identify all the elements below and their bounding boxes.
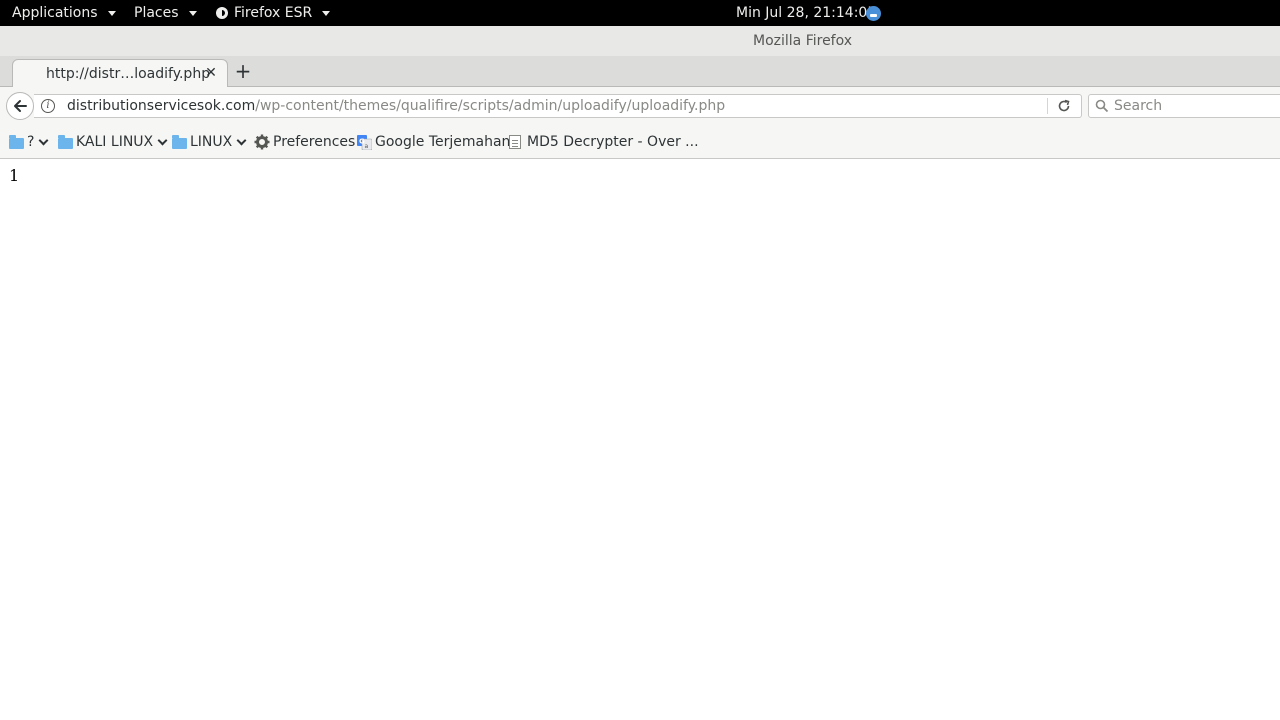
bookmark-label: KALI LINUX [76,134,154,150]
gear-icon [254,134,270,150]
new-tab-button[interactable]: + [233,60,253,82]
navigation-bar: i distributionservicesok.com/wp-content/… [0,87,1280,123]
back-button[interactable] [6,92,34,120]
tab-label: http://distr…loadify.php [46,66,211,82]
chevron-down-icon [38,135,49,145]
bookmark-folder-kali-linux[interactable]: KALI LINUX [58,133,169,151]
window-title: Mozilla Firefox [753,33,853,49]
app-menu[interactable]: Firefox ESR [216,0,331,26]
bookmark-google-terjemahan[interactable]: G a Google Terjemahan [357,133,510,151]
app-menu-label: Firefox ESR [234,5,313,21]
chevron-down-icon [236,135,247,145]
folder-icon [172,134,187,149]
url-path: /wp-content/themes/qualifire/scripts/adm… [255,98,726,114]
notification-icon[interactable] [866,6,881,21]
page-text: 1 [9,166,20,185]
caret-down-icon [322,10,331,16]
bookmark-preferences[interactable]: Preferences [254,133,355,151]
places-menu[interactable]: Places [134,0,197,26]
bookmark-label: LINUX [190,134,233,150]
bookmark-label: Google Terjemahan [375,134,511,150]
bookmark-folder-linux[interactable]: LINUX [172,133,248,151]
gnome-top-bar: Applications Places Firefox ESR Min Jul … [0,0,1280,26]
back-arrow-icon [14,100,27,112]
caret-down-icon [188,10,197,16]
search-bar[interactable]: Search [1088,94,1280,118]
bookmark-md5-decrypter[interactable]: MD5 Decrypter - Over ... [509,133,699,151]
caret-down-icon [107,10,116,16]
folder-icon [9,134,24,149]
search-icon [1095,99,1109,113]
firefox-icon [216,7,228,19]
search-placeholder: Search [1114,98,1163,114]
page-content: 1 [0,160,1280,720]
reload-icon[interactable] [1055,98,1073,114]
url-domain: distributionservicesok.com [67,98,256,114]
window-title-bar[interactable]: Mozilla Firefox [0,26,1280,56]
folder-icon [58,134,73,149]
info-icon[interactable]: i [41,99,55,113]
bookmark-label: Preferences [273,134,356,150]
url-bar[interactable]: i distributionservicesok.com/wp-content/… [34,94,1082,118]
tab-strip: http://distr…loadify.php ✕ + [0,56,1280,88]
google-translate-icon: G a [357,134,372,150]
clock[interactable]: Min Jul 28, 21:14:05 [736,0,876,26]
reload-glyph [1058,99,1070,112]
chevron-down-icon [157,135,168,145]
bookmark-folder-question[interactable]: ? [9,133,50,151]
tab-active[interactable]: http://distr…loadify.php ✕ [12,59,228,88]
svg-text:a: a [365,143,369,150]
close-tab-icon[interactable]: ✕ [204,65,218,81]
applications-menu-label: Applications [12,5,98,21]
places-menu-label: Places [134,5,179,21]
url-separator [1047,98,1048,114]
page-icon [509,135,521,149]
url-text[interactable]: distributionservicesok.com/wp-content/th… [67,98,725,114]
applications-menu[interactable]: Applications [12,0,116,26]
bookmarks-toolbar: ? KALI LINUX LINUX Preferences G a Googl… [0,123,1280,159]
bookmark-label: ? [27,134,35,150]
bookmark-label: MD5 Decrypter - Over ... [527,134,699,150]
